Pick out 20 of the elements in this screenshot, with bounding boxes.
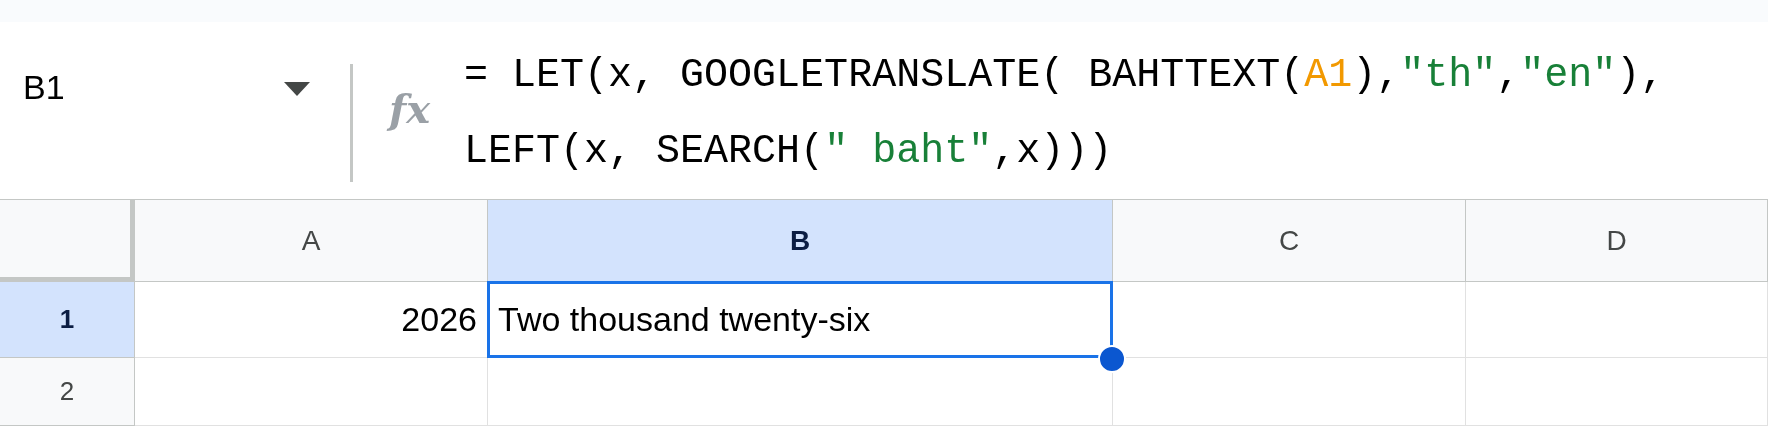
grid-cell[interactable]	[1466, 358, 1768, 426]
row-header[interactable]: 1	[0, 282, 135, 358]
row-header[interactable]: 2	[0, 358, 135, 426]
grid-cell[interactable]	[1113, 358, 1466, 426]
column-header[interactable]: B	[488, 200, 1113, 282]
grid-cell[interactable]	[135, 358, 488, 426]
select-all-corner[interactable]	[0, 200, 135, 282]
formula-line[interactable]: = LET(x, GOOGLETRANSLATE( BAHTTEXT(A1),"th","en"),	[464, 38, 1665, 114]
dropdown-caret-icon[interactable]	[284, 82, 310, 96]
formula-line[interactable]: LEFT(x, SEARCH(" baht",x)))	[464, 114, 1665, 190]
column-header[interactable]: C	[1113, 200, 1466, 282]
fill-handle[interactable]	[1098, 345, 1126, 373]
cell-value: Two thousand twenty-six	[497, 299, 872, 340]
grid-cell[interactable]: Two thousand twenty-six	[488, 282, 1113, 358]
grid-cell[interactable]	[1466, 282, 1768, 358]
grid-cell[interactable]: 2026	[135, 282, 488, 358]
cell-value: 2026	[400, 299, 478, 340]
name-box[interactable]: B1	[23, 70, 65, 104]
column-header[interactable]: D	[1466, 200, 1768, 282]
column-header[interactable]: A	[135, 200, 488, 282]
